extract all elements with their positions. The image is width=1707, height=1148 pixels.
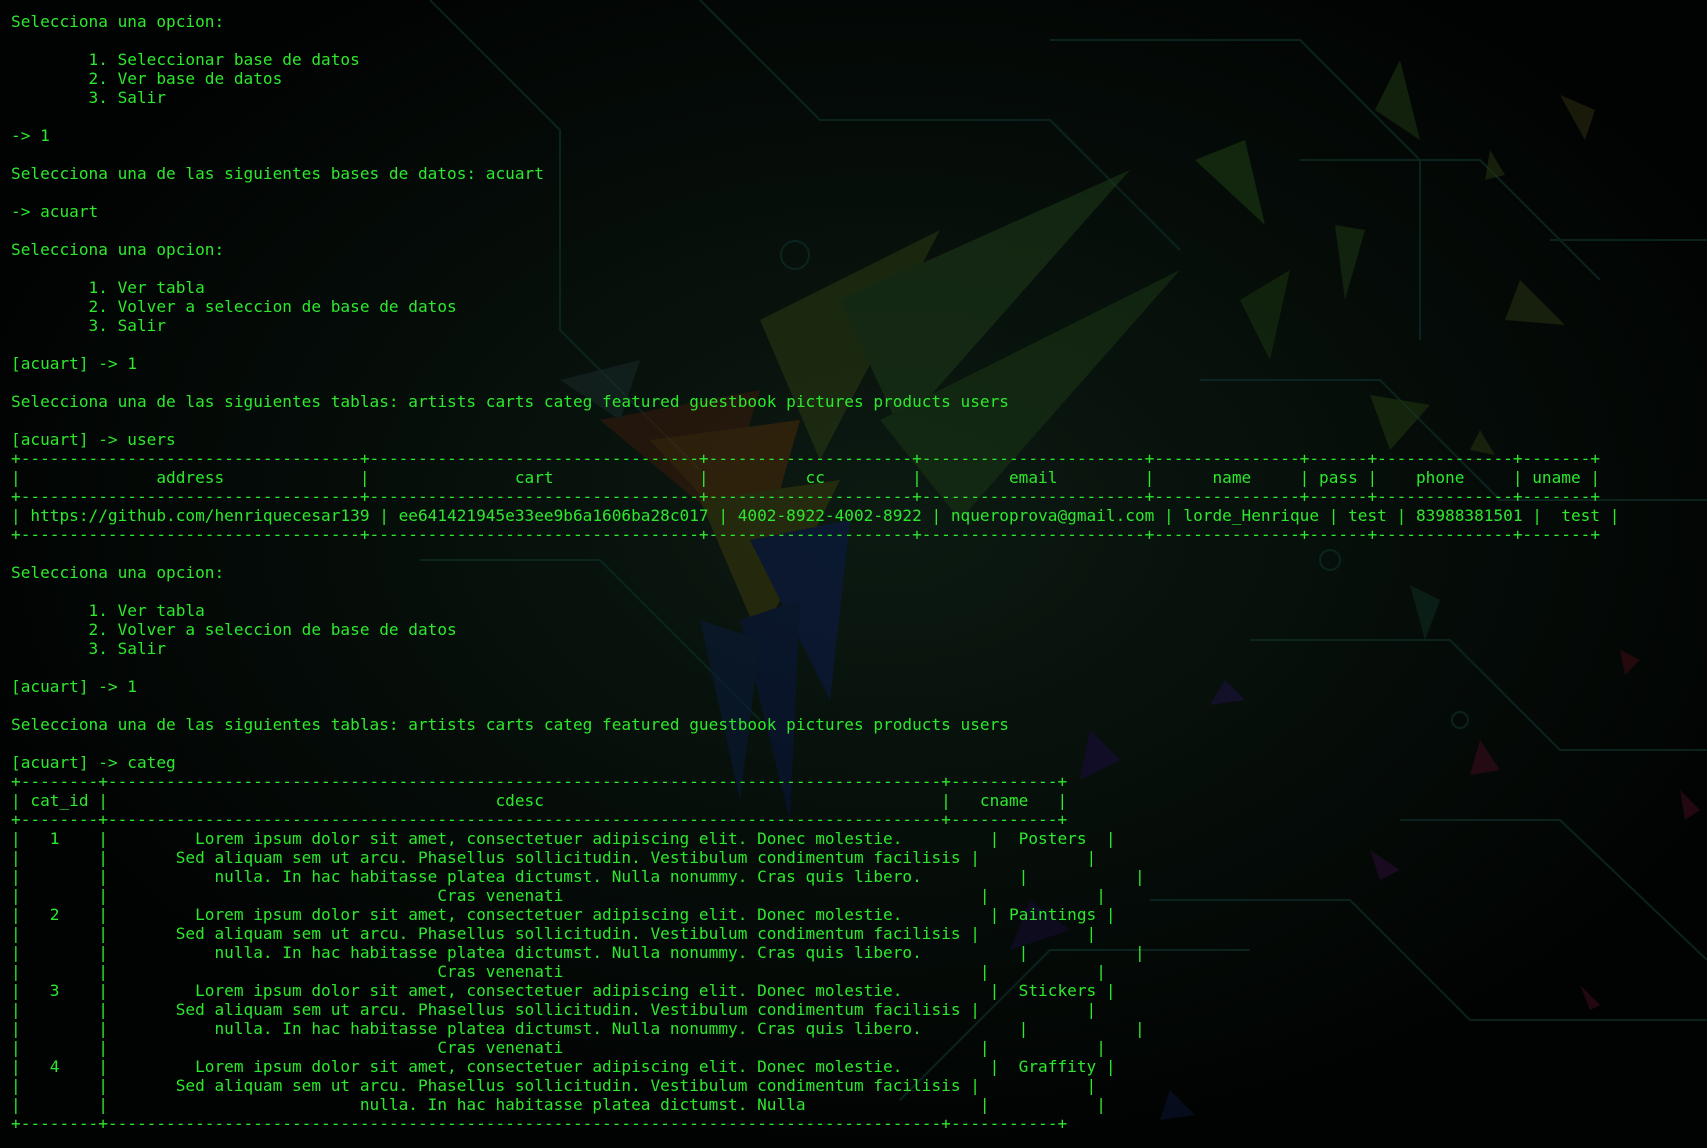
terminal-line: +--------+------------------------------… [11, 772, 1068, 791]
terminal-line: | | nulla. In hac habitasse platea dictu… [11, 867, 1145, 886]
terminal-line: | 2 | Lorem ipsum dolor sit amet, consec… [11, 905, 1116, 924]
terminal-line: 3. Salir [11, 639, 167, 658]
terminal-line: | | Sed aliquam sem ut arcu. Phasellus s… [11, 848, 1097, 867]
terminal-line: | | Cras venenati | | [11, 1038, 1106, 1057]
terminal-line: | 3 | Lorem ipsum dolor sit amet, consec… [11, 981, 1116, 1000]
terminal-line: Selecciona una de las siguientes tablas:… [11, 715, 1009, 734]
terminal-line: | | nulla. In hac habitasse platea dictu… [11, 1095, 1106, 1114]
terminal-output: Selecciona una opcion: 1. Seleccionar ba… [11, 12, 1701, 1133]
terminal-line: +--------+------------------------------… [11, 1114, 1068, 1133]
terminal-line: Selecciona una de las siguientes bases d… [11, 164, 544, 183]
terminal-line: Selecciona una opcion: [11, 563, 225, 582]
terminal-line: Selecciona una de las siguientes tablas:… [11, 392, 1009, 411]
terminal-line: | | Sed aliquam sem ut arcu. Phasellus s… [11, 1076, 1097, 1095]
terminal-line: 3. Salir [11, 88, 167, 107]
terminal-line: Selecciona una opcion: [11, 240, 225, 259]
terminal-line: | | nulla. In hac habitasse platea dictu… [11, 943, 1145, 962]
terminal-line: [acuart] -> 1 [11, 677, 137, 696]
terminal-line: | https://github.com/henriquecesar139 | … [11, 506, 1620, 525]
terminal-line: +--------+------------------------------… [11, 810, 1068, 829]
terminal-line: | | nulla. In hac habitasse platea dictu… [11, 1019, 1145, 1038]
terminal-line: +-----------------------------------+---… [11, 525, 1601, 544]
terminal-line: +-----------------------------------+---… [11, 449, 1601, 468]
terminal-line: | cat_id | cdesc | cname | [11, 791, 1068, 810]
terminal-line: | 4 | Lorem ipsum dolor sit amet, consec… [11, 1057, 1116, 1076]
terminal-line: | | Sed aliquam sem ut arcu. Phasellus s… [11, 924, 1097, 943]
terminal-line: -> 1 [11, 126, 50, 145]
terminal-line: 1. Seleccionar base de datos [11, 50, 360, 69]
terminal-line: [acuart] -> categ [11, 753, 176, 772]
terminal-line: -> acuart [11, 202, 99, 221]
terminal-line: 2. Volver a seleccion de base de datos [11, 620, 457, 639]
terminal-line: 2. Ver base de datos [11, 69, 283, 88]
terminal-line: | | Sed aliquam sem ut arcu. Phasellus s… [11, 1000, 1097, 1019]
terminal-line: [acuart] -> 1 [11, 354, 137, 373]
terminal-line: 1. Ver tabla [11, 601, 205, 620]
terminal-line: | 1 | Lorem ipsum dolor sit amet, consec… [11, 829, 1116, 848]
terminal-line: 1. Ver tabla [11, 278, 205, 297]
terminal-line: | | Cras venenati | | [11, 886, 1106, 905]
terminal-line: +-----------------------------------+---… [11, 487, 1601, 506]
terminal-line: 2. Volver a seleccion de base de datos [11, 297, 457, 316]
terminal-line: 3. Salir [11, 316, 167, 335]
terminal-line: [acuart] -> users [11, 430, 176, 449]
terminal-line: | address | cart | cc | email | name | p… [11, 468, 1601, 487]
terminal-line: | | Cras venenati | | [11, 962, 1106, 981]
terminal-line: Selecciona una opcion: [11, 12, 225, 31]
